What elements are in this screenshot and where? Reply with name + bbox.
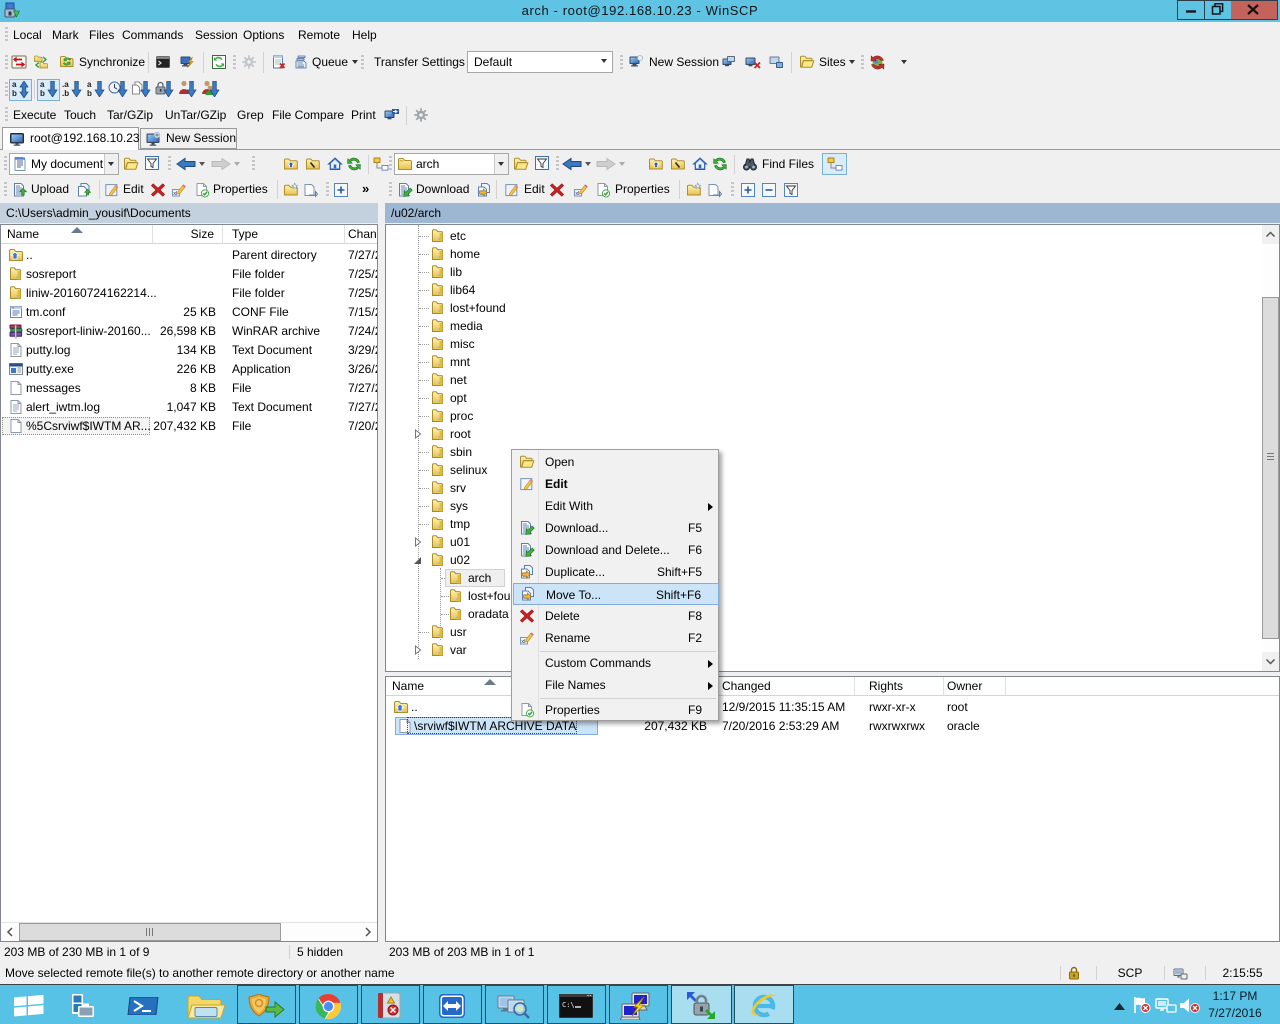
svg-text:C:\: C:\	[562, 1001, 575, 1009]
